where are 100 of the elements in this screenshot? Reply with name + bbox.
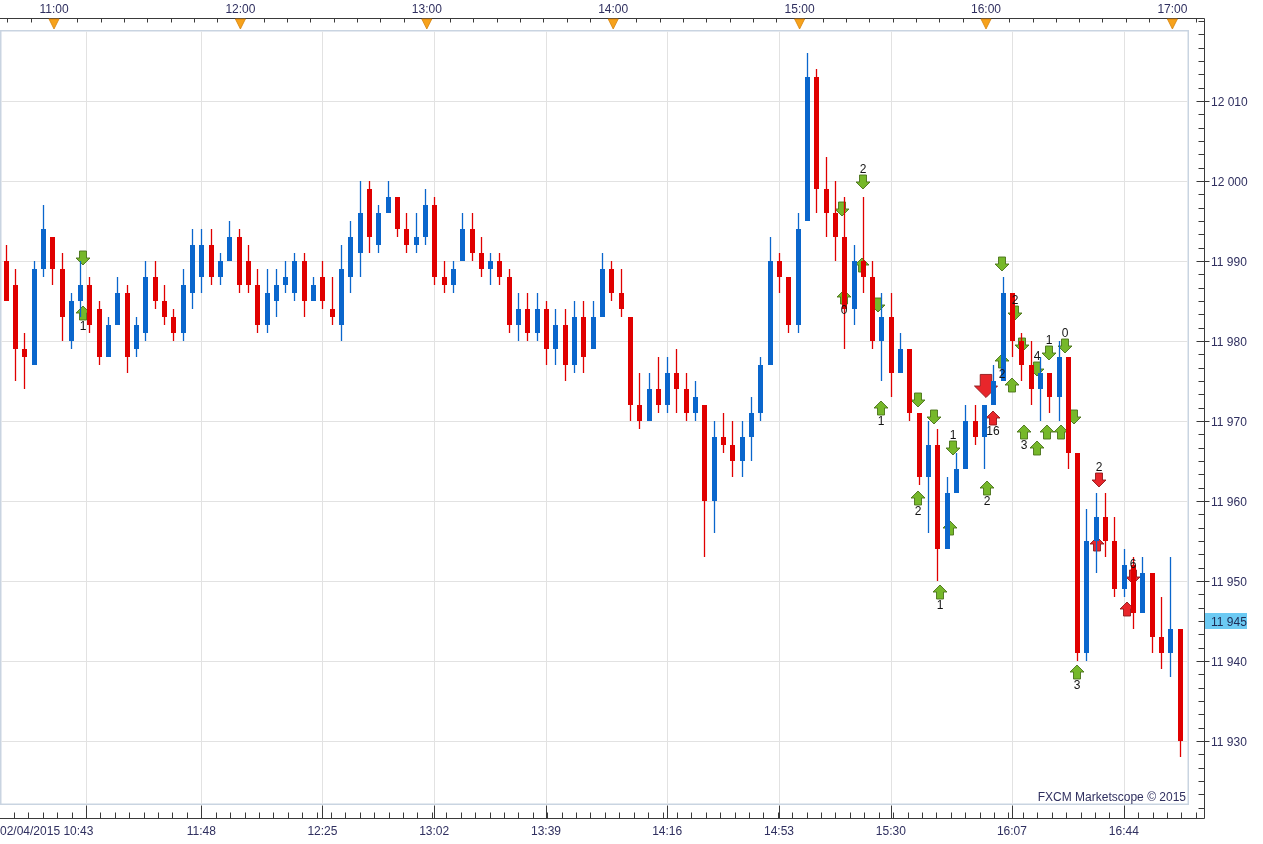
price-label: 12 010 <box>1211 94 1248 109</box>
time-label: 02/04/2015 10:43 <box>0 824 94 838</box>
candlestick <box>898 332 903 374</box>
marker-label: 1 <box>936 598 944 612</box>
time-label: 16:00 <box>971 2 1001 16</box>
time-label: 17:00 <box>1157 2 1188 16</box>
candlestick <box>963 404 968 470</box>
candlestick <box>22 332 27 390</box>
time-label: 11:48 <box>186 824 216 838</box>
candlestick <box>535 292 540 342</box>
candlestick <box>199 228 204 294</box>
candlestick <box>404 212 409 254</box>
candlestick <box>423 188 428 246</box>
time-label: 14:16 <box>652 824 683 838</box>
marker-label: 1 <box>949 428 957 442</box>
candlestick <box>320 260 325 310</box>
marker-label: 2 <box>983 494 991 508</box>
hour-marker-icon <box>1167 18 1178 30</box>
marker-label: 2 <box>1011 293 1019 307</box>
marker-label: 1 <box>79 319 87 333</box>
candlestick <box>87 276 92 334</box>
candlestick <box>544 300 549 366</box>
candlestick <box>591 300 596 350</box>
price-label: 11 980 <box>1211 334 1247 349</box>
candlestick <box>153 260 158 310</box>
candlestick <box>954 452 959 494</box>
price-label: 11 950 <box>1211 574 1247 589</box>
marker-label: 4 <box>1033 349 1041 363</box>
hour-marker-icon <box>794 18 805 30</box>
candlestick <box>609 260 614 302</box>
candlestick <box>162 284 167 326</box>
candlestick <box>479 236 484 278</box>
marker-label: 16 <box>986 424 1000 438</box>
candlestick <box>656 356 661 414</box>
candlestick <box>451 260 456 294</box>
time-label: 13:39 <box>531 824 561 838</box>
time-label: 13:00 <box>411 2 442 16</box>
marker-label: 2 <box>859 162 867 176</box>
candlestick <box>470 212 475 262</box>
candlestick <box>414 212 419 254</box>
marker-label: 1 <box>1045 333 1053 347</box>
time-label: 15:30 <box>875 824 906 838</box>
candlestick <box>497 252 502 286</box>
candlestick <box>674 348 679 414</box>
current-price-tag: 11 945 <box>1205 613 1247 629</box>
marker-label: 3 <box>1020 438 1028 452</box>
candlestick <box>507 268 512 334</box>
candlestick <box>115 276 120 326</box>
candlestick <box>637 372 642 430</box>
marker-label: 2 <box>1095 460 1103 474</box>
marker-label: 2 <box>914 504 922 518</box>
marker-label: 0 <box>1061 326 1069 340</box>
candlestick <box>4 244 9 302</box>
candlestick <box>982 404 987 470</box>
candlestick <box>237 228 242 294</box>
candlestick <box>1103 492 1108 558</box>
candlestick <box>50 236 55 286</box>
candlestick <box>749 396 754 462</box>
candlestick <box>106 316 111 358</box>
candlestick <box>488 252 493 286</box>
time-label: 13:02 <box>419 824 450 838</box>
candlestick <box>600 252 605 318</box>
candlestick <box>619 268 624 318</box>
candlestick <box>693 380 698 422</box>
candlestick <box>786 276 791 334</box>
candlestick <box>218 252 223 286</box>
time-label: 16:07 <box>996 824 1027 838</box>
price-label: 12 000 <box>1211 174 1248 189</box>
candlestick <box>1047 372 1052 414</box>
candlestick <box>395 196 400 238</box>
price-label: 11 960 <box>1211 494 1247 509</box>
candlestick <box>516 292 521 342</box>
candlestick <box>758 356 763 422</box>
candlestick <box>209 228 214 286</box>
price-label: 11 940 <box>1211 654 1247 669</box>
candlestick <box>740 420 745 478</box>
time-label: 14:00 <box>598 2 629 16</box>
candlestick <box>730 420 735 478</box>
candlestick <box>647 372 652 422</box>
candlestick <box>171 308 176 342</box>
candlestick <box>311 276 316 302</box>
price-label: 11 990 <box>1211 254 1247 269</box>
price-label: 11 970 <box>1211 414 1247 429</box>
candlestick <box>97 300 102 366</box>
candlestick <box>442 260 447 294</box>
marker-label: 3 <box>1073 678 1081 692</box>
time-label: 16:44 <box>1108 824 1139 838</box>
candlestick <box>283 260 288 294</box>
candlestick <box>330 276 335 326</box>
time-label: 14:53 <box>764 824 794 838</box>
candlestick <box>525 292 530 342</box>
candlestick <box>376 204 381 254</box>
candlestick <box>292 252 297 302</box>
time-label: 12:25 <box>307 824 338 838</box>
marker-label: 1 <box>877 414 885 428</box>
candlestick <box>302 252 307 318</box>
candlestick <box>777 252 782 294</box>
hour-marker-icon <box>235 18 246 30</box>
candlestick <box>991 364 996 406</box>
time-label: 11:00 <box>39 2 69 16</box>
